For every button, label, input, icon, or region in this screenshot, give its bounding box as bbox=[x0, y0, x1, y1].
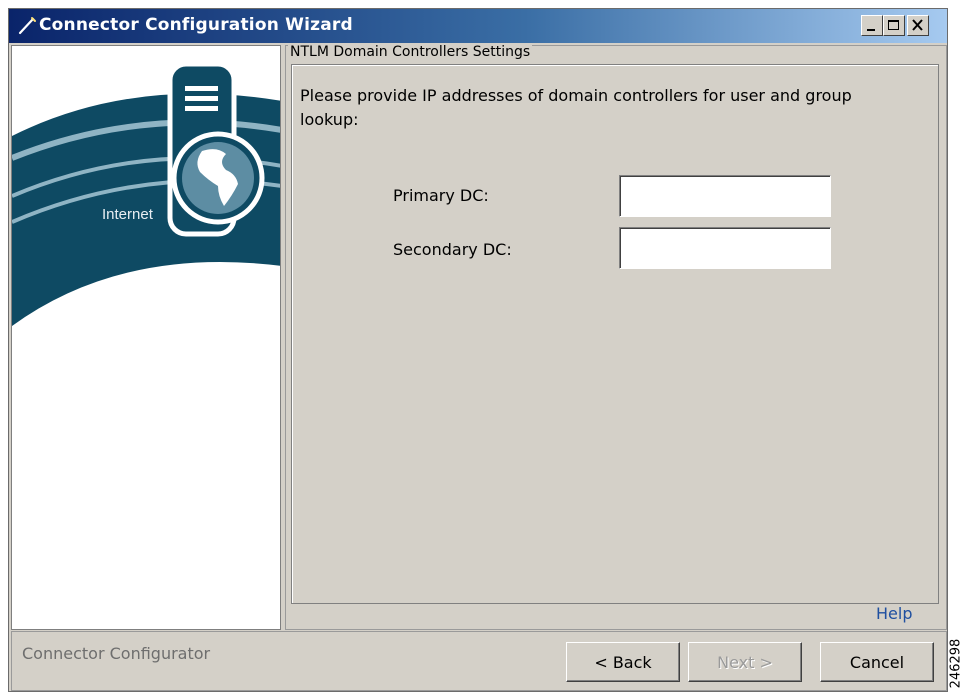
internet-label: Internet bbox=[102, 206, 153, 223]
groupbox-legend: NTLM Domain Controllers Settings bbox=[288, 44, 533, 60]
wizard-side-graphic: Internet bbox=[11, 45, 281, 630]
primary-dc-label: Primary DC: bbox=[393, 186, 489, 205]
settings-panel bbox=[285, 45, 947, 630]
secondary-dc-label: Secondary DC: bbox=[393, 240, 512, 259]
secondary-dc-input[interactable] bbox=[619, 227, 831, 269]
settings-groupbox bbox=[291, 64, 939, 604]
maximize-icon bbox=[888, 20, 899, 30]
minimize-button[interactable] bbox=[861, 15, 883, 36]
next-button[interactable]: Next > bbox=[688, 642, 802, 682]
title-bar[interactable]: Connector Configuration Wizard bbox=[9, 9, 947, 43]
back-button[interactable]: < Back bbox=[566, 642, 680, 682]
maximize-button[interactable] bbox=[883, 15, 905, 36]
figure-code-text: 246298 bbox=[948, 638, 964, 689]
cancel-button[interactable]: Cancel bbox=[820, 642, 934, 682]
close-button[interactable] bbox=[907, 15, 929, 36]
wizard-wand-icon bbox=[18, 17, 36, 35]
close-icon bbox=[912, 19, 923, 31]
primary-dc-input[interactable] bbox=[619, 175, 831, 217]
instructions-text: Please provide IP addresses of domain co… bbox=[300, 86, 852, 129]
window-title: Connector Configuration Wizard bbox=[39, 15, 353, 35]
internet-graphic bbox=[12, 61, 280, 326]
status-text: Connector Configurator bbox=[22, 644, 211, 663]
minimize-icon bbox=[867, 29, 875, 31]
help-link[interactable]: Help bbox=[876, 604, 912, 623]
figure-code: 246298 bbox=[948, 636, 967, 692]
